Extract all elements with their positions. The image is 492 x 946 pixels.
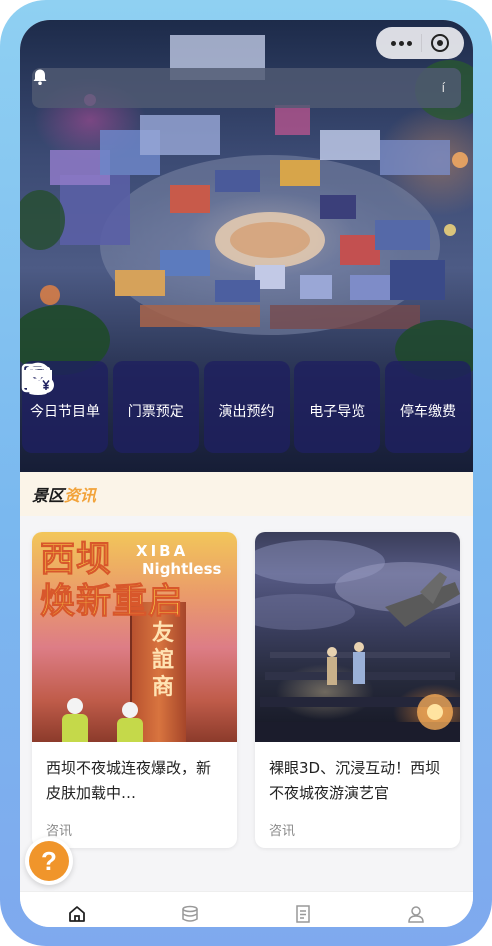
document-icon [296,905,310,923]
news-heading-part1: 景区 [32,486,65,505]
hero-banner: í 今日节目单 门票预定 演出预约 电子导览 停车缴费 [20,20,473,472]
parking-payment-icon [21,363,54,393]
news-card-image [255,532,460,742]
news-card-title: 西坝不夜城连夜爆改，新皮肤加载中… [46,759,212,802]
record-circle-icon[interactable] [431,34,450,52]
worker-figure [117,702,143,742]
quick-item-label: 电子导览 [309,404,366,420]
news-card[interactable]: 裸眼3D、沉浸互动！西坝不夜城夜游演艺官 咨讯 [255,532,460,848]
image-english-line1: XIBA [136,542,189,560]
image-headline-line1: 西坝 [39,540,113,581]
quick-item-parking[interactable]: 停车缴费 [21,361,471,453]
tab-user[interactable] [396,904,436,926]
quick-item-label: 门票预定 [127,404,184,420]
news-section-header: 景区 资讯 [20,472,473,516]
worker-figure [62,698,88,742]
quick-item-label: 演出预约 [218,404,275,420]
night-show-illustration [255,540,460,742]
news-card-list: 友誼商 西坝 焕新重启 XIBA Nightless 西坝不夜城连夜爆改，新皮肤… [32,532,461,848]
tab-document[interactable] [283,904,323,926]
home-icon [68,906,85,922]
mini-program-capsule [376,27,464,59]
quick-item-guide[interactable]: 电子导览 [25,361,381,453]
image-sign-text: 友誼商 [152,621,175,700]
tab-home[interactable] [57,904,97,926]
news-card[interactable]: 友誼商 西坝 焕新重启 XIBA Nightless 西坝不夜城连夜爆改，新皮肤… [32,532,237,848]
quick-item-label: 停车缴费 [400,404,456,420]
more-dots-icon[interactable] [390,40,412,46]
bell-icon [33,69,47,85]
tab-database[interactable] [170,904,210,926]
news-heading-part2: 资讯 [64,486,97,505]
quick-item-show[interactable]: 演出预约 [24,361,290,453]
quick-item-ticket[interactable]: 门票预定 [24,361,199,453]
image-english-line2: Nightless [142,560,222,578]
capsule-divider [420,34,422,52]
help-button[interactable]: ? [25,837,73,885]
bottom-tab-bar [20,891,473,927]
news-card-title: 裸眼3D、沉浸互动！西坝不夜城夜游演艺官 [269,759,441,802]
database-icon [182,905,198,922]
app-screen: í 今日节目单 门票预定 演出预约 电子导览 停车缴费 景区 资讯 友誼商 西坝… [20,20,473,927]
user-icon [408,906,425,923]
help-question-icon: ? [29,841,69,881]
notice-trailing-mark: í [441,81,445,95]
quick-item-label: 今日节目单 [30,404,100,420]
notice-bar[interactable]: í [32,68,461,108]
news-card-tag: 咨讯 [269,824,296,839]
image-headline-line2: 焕新重启 [39,582,185,623]
quick-menu: 今日节目单 门票预定 演出预约 电子导览 停车缴费 [20,361,473,453]
news-card-image: 友誼商 西坝 焕新重启 XIBA Nightless [32,532,237,742]
